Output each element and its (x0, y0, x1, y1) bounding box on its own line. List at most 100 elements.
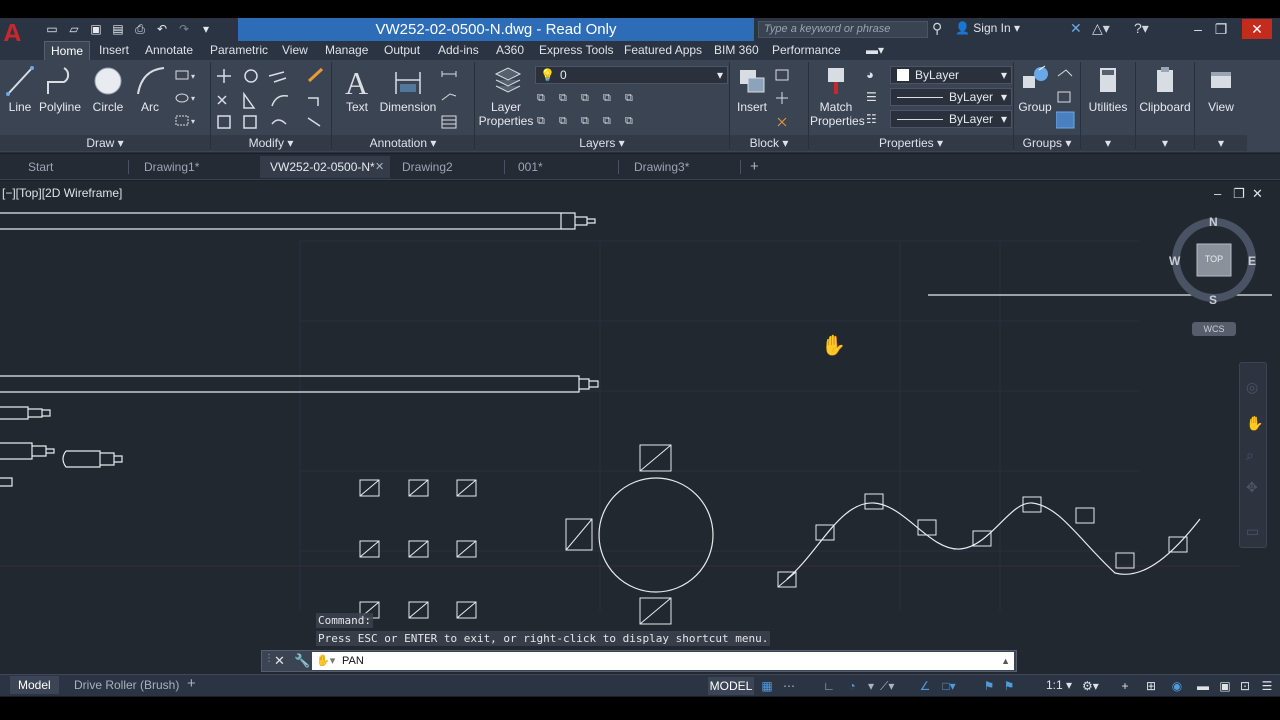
restore-icon[interactable]: ❐ (1206, 19, 1236, 39)
sign-in-button[interactable]: 👤 Sign In ▾ (955, 21, 1020, 35)
properties-panel-title[interactable]: Properties ▾ (809, 135, 1013, 151)
fullscreen-icon[interactable]: ⊡ (1238, 679, 1252, 693)
tab-add-ins[interactable]: Add-ins (432, 41, 485, 60)
binoculars-icon[interactable]: ⚲ (932, 20, 942, 37)
file-tab-001[interactable]: 001* (508, 156, 618, 178)
file-tab-start[interactable]: Start (18, 156, 128, 178)
open-file-icon[interactable]: ▱ (66, 21, 82, 37)
annotation-panel-title[interactable]: Annotation ▾ (332, 135, 474, 151)
tab-annotate[interactable]: Annotate (139, 41, 199, 60)
tab-output[interactable]: Output (378, 41, 426, 60)
linetype-dropdown[interactable]: ByLayer ▾ (890, 88, 1012, 106)
annotation-visibility-icon[interactable]: ⚑ (982, 679, 996, 693)
tab-parametric[interactable]: Parametric (204, 41, 274, 60)
command-input[interactable]: ✋▾ PAN ▲ (312, 652, 1014, 670)
new-tab-plus-icon[interactable]: + (750, 158, 759, 175)
utilities-button[interactable]: Utilities (1084, 64, 1132, 114)
tab-performance[interactable]: Performance (766, 41, 847, 60)
layer-dropdown[interactable]: 💡 0 ▾ (535, 66, 728, 84)
tab-view[interactable]: View (276, 41, 314, 60)
compass-north[interactable]: N (1209, 215, 1218, 229)
modify-tools-icon[interactable] (214, 66, 334, 132)
help-search-input[interactable]: Type a keyword or phrase (758, 21, 928, 38)
tab-featured-apps[interactable]: Featured Apps (618, 41, 708, 60)
hardware-acceleration-icon[interactable]: ▬ (1196, 679, 1210, 693)
annotation-scale[interactable]: 1:1 ▾ (1046, 678, 1072, 692)
customization-menu-icon[interactable]: ☰ (1260, 679, 1274, 693)
view-button[interactable]: View (1198, 64, 1244, 114)
block-small-tools-icon[interactable] (774, 68, 802, 130)
close-tab-icon[interactable]: ✕ (375, 160, 384, 173)
grip-handle-icon[interactable]: ⋮ (264, 653, 274, 664)
modify-panel-title[interactable]: Modify ▾ (211, 135, 331, 151)
annotation-small-tools-icon[interactable] (440, 68, 468, 130)
color-dropdown[interactable]: ByLayer ▾ (890, 66, 1012, 84)
print-icon[interactable]: ⎙ (132, 21, 148, 37)
compass-west[interactable]: W (1169, 254, 1180, 268)
file-tab-drawing2[interactable]: Drawing2 (392, 156, 502, 178)
workspace-gear-icon[interactable]: ⚙▾ (1082, 679, 1099, 693)
viewcube-top-face[interactable]: TOP (1196, 254, 1232, 264)
ribbon-toggle-icon[interactable]: ▬▾ (860, 41, 890, 60)
units-icon[interactable]: ⊞ (1144, 679, 1158, 693)
isodraft-icon[interactable]: ⟋▾ (880, 679, 894, 693)
steering-wheel-icon[interactable]: ◎ (1246, 379, 1258, 396)
tab-bim-360[interactable]: BIM 360 (708, 41, 765, 60)
snap-mode-icon[interactable]: ⋯▾ (782, 679, 796, 707)
group-small-tools-icon[interactable] (1056, 68, 1078, 130)
close-command-icon[interactable]: ✕ (274, 653, 285, 669)
file-tab-drawing1[interactable]: Drawing1* (134, 156, 250, 178)
block-panel-title[interactable]: Block ▾ (730, 135, 808, 151)
layers-panel-title[interactable]: Layers ▾ (475, 135, 729, 151)
showmotion-icon[interactable]: ▭ (1246, 523, 1259, 540)
tab-home[interactable]: Home (44, 41, 91, 60)
line-tool-button[interactable]: Line (4, 64, 36, 114)
compass-east[interactable]: E (1248, 254, 1256, 268)
tab-express-tools[interactable]: Express Tools (533, 41, 619, 60)
polyline-tool-button[interactable]: Polyline (38, 64, 82, 114)
group-button[interactable]: Group (1015, 64, 1055, 114)
pan-icon[interactable]: ✋ (1246, 415, 1263, 432)
qat-dropdown-icon[interactable]: ▾ (198, 21, 214, 37)
new-layout-plus-icon[interactable]: + (187, 675, 196, 692)
dimension-tool-button[interactable]: Dimension (378, 64, 438, 114)
draw-small-tools-icon[interactable]: ▾ ▾ ▾ (174, 68, 204, 130)
tab-manage[interactable]: Manage (319, 41, 374, 60)
close-window-icon[interactable]: ✕ (1242, 19, 1272, 39)
clipboard-panel-title[interactable]: ▾ (1136, 135, 1194, 151)
viewport-controls-label[interactable]: [−][Top][2D Wireframe] (2, 186, 122, 200)
view-panel-title[interactable]: ▾ (1195, 135, 1247, 151)
save-as-icon[interactable]: ▤ (110, 21, 126, 37)
file-tab-drawing3[interactable]: Drawing3* (624, 156, 736, 178)
orbit-icon[interactable]: ✥ (1246, 479, 1258, 496)
object-snap-icon[interactable]: □▾ (942, 679, 956, 693)
utilities-panel-title[interactable]: ▾ (1081, 135, 1135, 151)
viewport-minimize-icon[interactable]: – (1214, 186, 1221, 201)
wcs-menu-button[interactable]: WCS (1192, 322, 1236, 336)
arc-tool-button[interactable]: Arc (133, 64, 167, 114)
polar-dropdown-icon[interactable]: ▾ (864, 679, 878, 693)
clean-screen-icon[interactable]: ▣ (1218, 679, 1232, 693)
drawing-geometry[interactable] (0, 181, 1280, 674)
file-tab-vw252[interactable]: VW252-02-0500-N* (260, 156, 390, 178)
viewport-close-icon[interactable]: ✕ (1252, 186, 1263, 202)
draw-panel-title[interactable]: Draw ▾ (0, 135, 210, 151)
layout-tab-drive-roller[interactable]: Drive Roller (Brush) (66, 676, 187, 694)
autodesk-a360-icon[interactable]: △▾ (1092, 20, 1110, 37)
redo-icon[interactable]: ↷ (176, 21, 192, 37)
undo-icon[interactable]: ↶ (154, 21, 170, 37)
customize-wrench-icon[interactable]: 🔧 (294, 653, 310, 669)
viewport-restore-icon[interactable]: ❐ (1233, 186, 1245, 202)
isolate-objects-icon[interactable]: ◉ (1170, 679, 1184, 693)
lineweight-dropdown[interactable]: ByLayer ▾ (890, 110, 1012, 128)
tab-a360[interactable]: A360 (490, 41, 530, 60)
help-icon[interactable]: ?▾ (1134, 20, 1149, 37)
match-properties-button[interactable]: Match Properties (810, 64, 865, 128)
save-icon[interactable]: ▣ (88, 21, 104, 37)
layer-properties-button[interactable]: Layer Properties (478, 64, 534, 128)
insert-block-button[interactable]: Insert (734, 64, 770, 114)
layout-tab-model[interactable]: Model (10, 676, 59, 694)
grid-display-icon[interactable]: ▦ (760, 679, 774, 693)
text-tool-button[interactable]: A Text (340, 64, 374, 114)
layer-small-tools-icon[interactable]: ⧉ ⧉ ⧉ ⧉ ⧉ ⧉ ⧉ ⧉ ⧉ ⧉ (537, 88, 647, 130)
